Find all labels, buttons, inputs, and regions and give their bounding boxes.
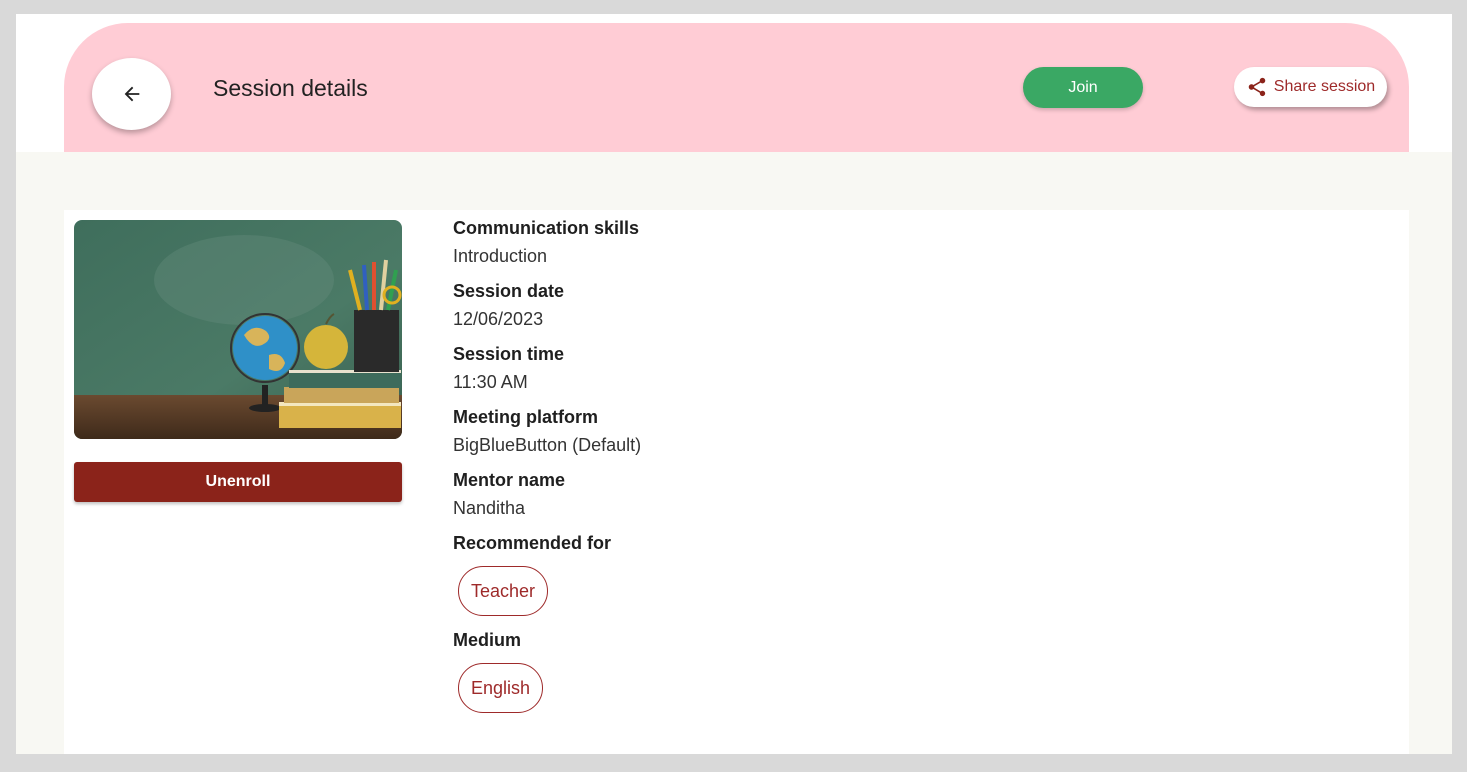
field-label: Meeting platform — [453, 407, 599, 427]
session-details: Communication skills Introduction Sessio… — [453, 218, 641, 727]
join-button[interactable]: Join — [1023, 67, 1143, 108]
detail-field: Mentor name Nanditha — [453, 470, 641, 519]
page-title: Session details — [213, 75, 368, 101]
detail-field: Session date 12/06/2023 — [453, 281, 641, 330]
field-label: Communication skills — [453, 218, 640, 238]
session-image — [74, 220, 402, 439]
field-label: Mentor name — [453, 470, 566, 490]
recommended-for-field: Recommended for Teacher — [453, 533, 641, 616]
detail-field: Meeting platform BigBlueButton (Default) — [453, 407, 641, 456]
share-session-label: Share session — [1273, 78, 1376, 95]
medium-field: Medium English — [453, 630, 641, 713]
field-value: 11:30 AM — [453, 372, 528, 392]
detail-field: Session time 11:30 AM — [453, 344, 641, 393]
field-value: Introduction — [453, 246, 548, 266]
field-label: Session date — [453, 281, 565, 301]
field-label: Session time — [453, 344, 565, 364]
share-session-button[interactable]: Share session — [1234, 67, 1387, 107]
field-value: 12/06/2023 — [453, 309, 544, 329]
detail-field: Communication skills Introduction — [453, 218, 641, 267]
session-content: Unenroll Communication skills Introducti… — [64, 210, 1409, 754]
share-icon — [1248, 77, 1266, 97]
unenroll-button[interactable]: Unenroll — [74, 462, 402, 502]
recommended-for-label: Recommended for — [453, 533, 612, 553]
arrow-left-icon — [124, 86, 139, 102]
field-value: Nanditha — [453, 498, 526, 518]
chip-english[interactable]: English — [458, 663, 544, 713]
chip-teacher[interactable]: Teacher — [458, 566, 549, 616]
app-frame: Session details Join Share session Unenr… — [16, 14, 1452, 754]
back-button[interactable] — [92, 58, 171, 130]
field-value: BigBlueButton (Default) — [453, 435, 642, 455]
header-bar: Session details Join Share session — [64, 23, 1409, 152]
medium-label: Medium — [453, 630, 522, 650]
